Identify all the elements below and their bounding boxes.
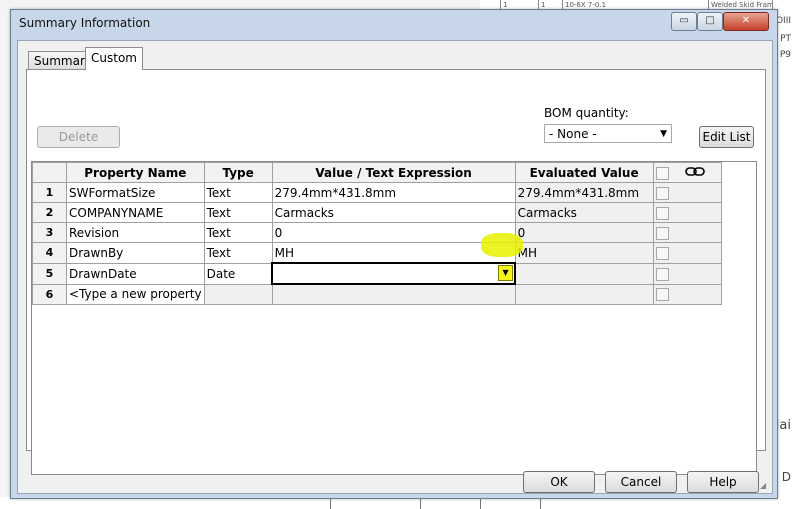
property-value-cell[interactable] [271,283,516,305]
close-button[interactable]: ✕ [723,12,769,31]
ok-button[interactable]: OK [523,471,595,493]
window-title: Summary Information [19,16,151,30]
property-value-cell[interactable]: MH [271,242,516,264]
help-button[interactable]: Help [687,471,759,493]
column-header-evaluated-value[interactable]: Evaluated Value [514,162,654,183]
property-value-cell[interactable]: Carmacks [271,202,516,223]
yellow-highlight-annotation [481,233,523,257]
table-row: 4 DrawnBy Text MH MH [32,242,722,264]
bom-quantity-select[interactable]: - None - ▼ [544,124,672,143]
property-type-cell[interactable] [203,283,273,305]
custom-properties-grid: Property Name Type Value / Text Expressi… [31,161,757,475]
cancel-button[interactable]: Cancel [605,471,677,493]
property-type-cell[interactable]: Text [203,202,273,223]
properties-table: Property Name Type Value / Text Expressi… [32,162,722,305]
summary-information-dialog: Summary Information ▭ □ ✕ Summary Custom… [10,9,778,499]
link-checkbox[interactable] [655,246,669,260]
property-name-cell[interactable]: SWFormatSize [66,182,205,203]
link-checkbox-cell [652,202,722,223]
dialog-client-area: Summary Custom Delete BOM quantity: - No… [17,40,773,494]
link-checkbox-cell [652,242,722,264]
date-dropdown-button[interactable]: ▼ [498,265,514,281]
close-icon: ✕ [741,15,751,26]
maximize-button[interactable]: □ [697,12,723,31]
row-number[interactable]: 1 [32,182,67,203]
table-row: 3 Revision Text 0 0 [32,222,722,243]
property-value-cell[interactable]: 279.4mm*431.8mm [271,182,516,203]
bg-side-fragment: D [780,470,792,484]
column-header-link[interactable] [652,162,722,183]
property-type-cell[interactable]: Text [203,242,273,264]
chevron-down-icon: ▼ [502,268,509,277]
property-name-cell[interactable]: DrawnBy [66,242,205,264]
edit-list-button[interactable]: Edit List [699,126,754,148]
row-number[interactable]: 2 [32,202,67,223]
row-number[interactable]: 5 [32,262,67,285]
property-name-cell[interactable]: Revision [66,222,205,243]
bom-quantity-value: - None - [549,127,597,141]
link-checkbox-cell [652,283,722,305]
table-header-row: Property Name Type Value / Text Expressi… [32,162,722,183]
property-value-cell[interactable]: 0 [271,222,516,243]
header-checkbox[interactable] [655,166,669,180]
property-type-cell[interactable]: Date [203,262,273,285]
link-checkbox[interactable] [655,206,669,220]
evaluated-value-cell: MH [514,242,654,264]
row-number[interactable]: 6 [32,283,67,305]
minimize-button[interactable]: ▭ [671,12,697,31]
bom-quantity-label: BOM quantity: [544,106,629,120]
grid-corner[interactable] [32,162,67,183]
table-row: 1 SWFormatSize Text 279.4mm*431.8mm 279.… [32,182,722,203]
link-checkbox-cell [652,262,722,285]
title-bar[interactable]: Summary Information ▭ □ ✕ [11,10,777,38]
column-header-value[interactable]: Value / Text Expression [271,162,516,183]
property-type-cell[interactable]: Text [203,182,273,203]
link-checkbox[interactable] [655,267,669,281]
row-number[interactable]: 3 [32,222,67,243]
table-row: 5 DrawnDate Date ▼ [32,262,722,285]
link-checkbox[interactable] [655,186,669,200]
row-number[interactable]: 4 [32,242,67,264]
new-property-cell[interactable]: <Type a new property [66,283,205,305]
date-value-picker[interactable]: ▼ [271,262,517,285]
column-header-property-name[interactable]: Property Name [66,162,205,183]
chevron-down-icon: ▼ [660,129,667,139]
property-name-cell[interactable]: COMPANYNAME [66,202,205,223]
tab-custom[interactable]: Custom [85,47,143,70]
bg-side-fragment: P9 [778,50,792,60]
evaluated-value-cell: 0 [514,222,654,243]
custom-tab-panel: Delete BOM quantity: - None - ▼ Edit Lis… [26,69,766,475]
maximize-icon: □ [705,15,715,26]
table-row: 6 <Type a new property [32,283,722,305]
link-checkbox[interactable] [655,226,669,240]
property-name-cell[interactable]: DrawnDate [66,262,205,285]
minimize-icon: ▭ [679,15,689,26]
evaluated-value-cell: 279.4mm*431.8mm [514,182,654,203]
evaluated-value-cell [514,262,654,285]
resize-grip-icon[interactable]: ◢ [760,481,770,491]
bg-side-fragment: PT [779,34,792,44]
evaluated-value-cell [514,283,654,305]
evaluated-value-cell: Carmacks [514,202,654,223]
link-checkbox-cell [652,182,722,203]
link-checkbox[interactable] [655,288,669,302]
column-header-type[interactable]: Type [203,162,273,183]
link-icon [684,166,705,180]
table-row: 2 COMPANYNAME Text Carmacks Carmacks [32,202,722,223]
property-type-cell[interactable]: Text [203,222,273,243]
delete-button[interactable]: Delete [37,126,120,148]
link-checkbox-cell [652,222,722,243]
